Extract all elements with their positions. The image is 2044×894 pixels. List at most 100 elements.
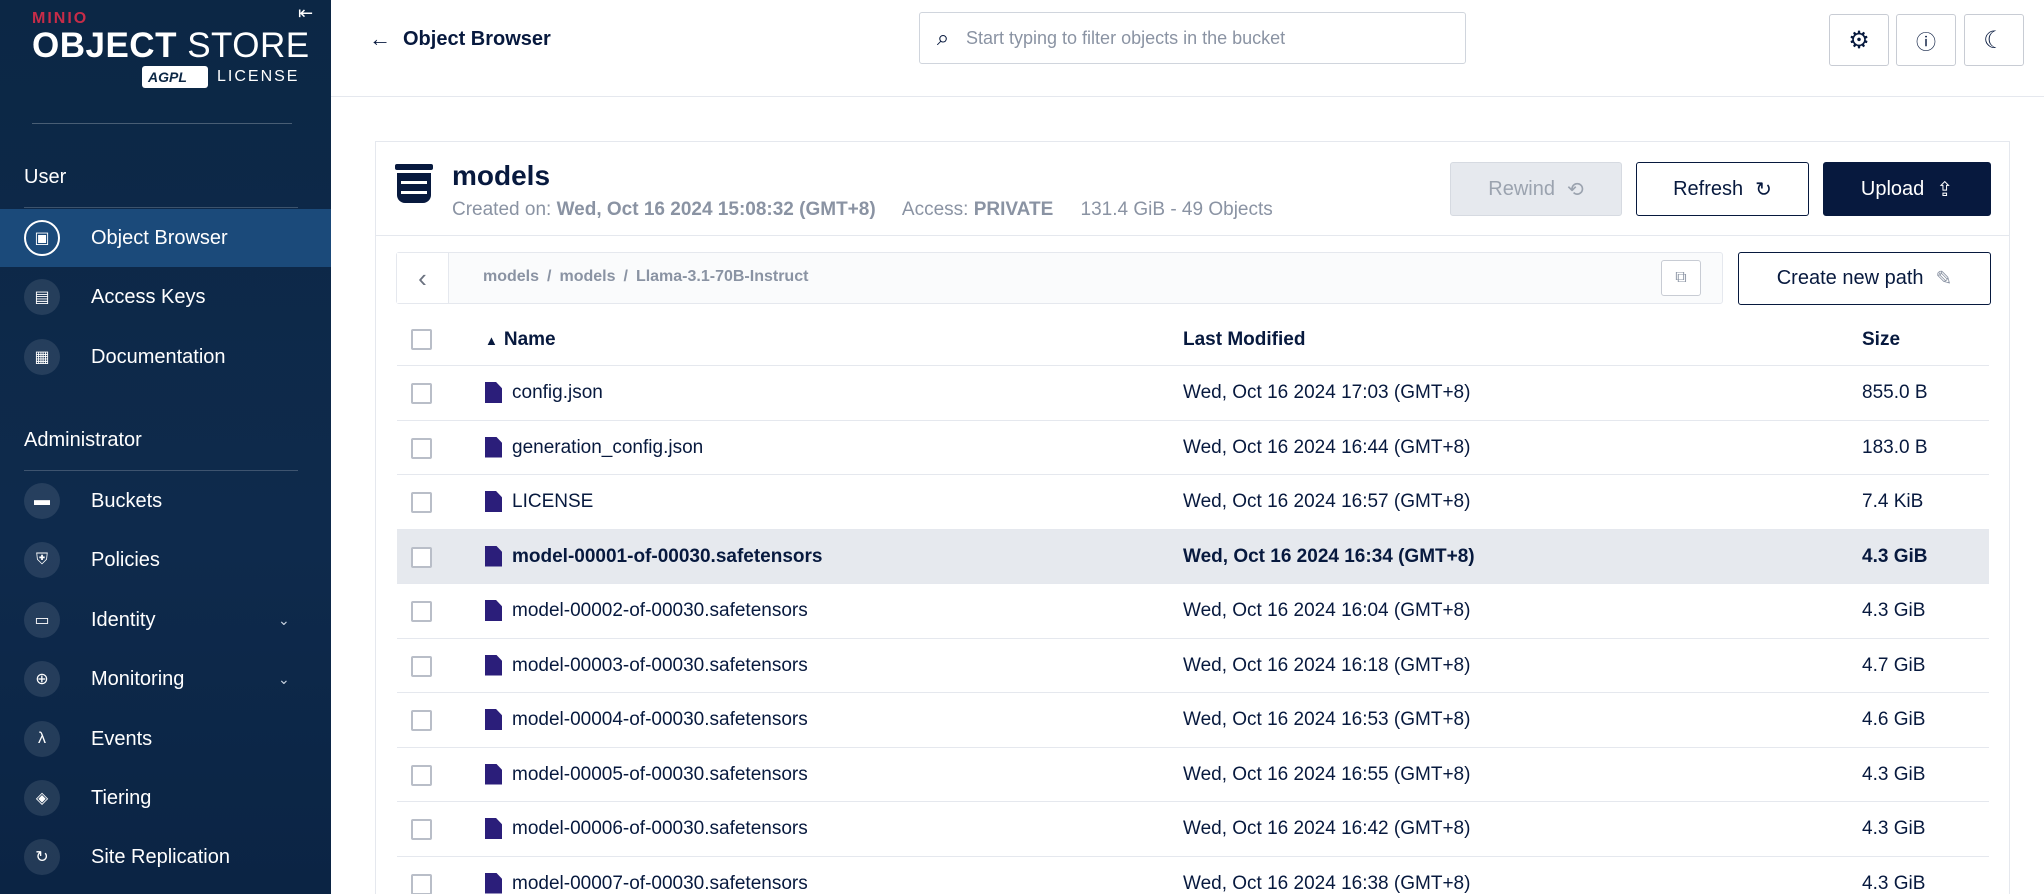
settings-button[interactable]: ⚙ (1829, 14, 1889, 66)
row-checkbox[interactable] (411, 437, 432, 459)
help-icon: ⓘ (1916, 31, 1936, 54)
sidebar-item-documentation[interactable]: ▦ Documentation (0, 328, 331, 386)
row-checkbox[interactable] (411, 655, 432, 677)
object-name: model-00001-of-00030.safetensors (512, 545, 823, 567)
sidebar-item-events[interactable]: λ Events (0, 710, 331, 768)
collapse-left-icon[interactable]: ⇤ (298, 2, 320, 24)
object-size: 7.4 KiB (1862, 491, 1924, 512)
sidebar-item-label: Events (91, 727, 153, 750)
access-label: Access: (901, 199, 969, 220)
table-row[interactable]: LICENSE Wed, Oct 16 2024 16:57 (GMT+8) 7.4… (397, 475, 1989, 530)
sidebar-divider (32, 123, 292, 124)
row-checkbox[interactable] (411, 492, 432, 513)
path-bar: ‹ models / models / Llama-3.1-70B-Instruct ⧉ (396, 252, 1723, 304)
refresh-button[interactable]: Refresh ↻ (1636, 162, 1809, 216)
back-label: Object Browser (403, 27, 551, 50)
create-path-label: Create new path (1776, 267, 1924, 289)
bucket-panel: models Created on: Wed, Oct 16 2024 15:0… (375, 141, 2010, 894)
row-checkbox[interactable] (411, 601, 432, 622)
column-header-name[interactable]: ▲ Name (485, 329, 556, 351)
breadcrumb-item[interactable]: Llama-3.1-70B-Instruct (636, 268, 809, 285)
dark-mode-button[interactable]: ☾ (1964, 14, 2024, 66)
section-user: User (24, 166, 67, 188)
back-to-object-browser[interactable]: ← Object Browser (369, 26, 551, 52)
sidebar-item-policies[interactable]: ⛨ Policies (0, 531, 331, 589)
bucket-header: models Created on: Wed, Oct 16 2024 15:0… (376, 142, 2009, 236)
file-icon (485, 545, 502, 567)
created-value: Wed, Oct 16 2024 15:08:32 (GMT+8) (556, 199, 876, 220)
row-checkbox[interactable] (411, 819, 432, 840)
upload-button[interactable]: Upload ⇪ (1823, 162, 1991, 216)
breadcrumb-item[interactable]: models (483, 268, 539, 285)
object-last-modified: Wed, Oct 16 2024 16:53 (GMT+8) (1183, 709, 1471, 730)
copy-path-button[interactable]: ⧉ (1661, 260, 1701, 296)
rewind-button[interactable]: Rewind ⟲ (1450, 162, 1622, 216)
chevron-left-icon: ‹ (418, 262, 427, 293)
row-checkbox[interactable] (411, 873, 432, 894)
object-name: model-00006-of-00030.safetensors (512, 818, 808, 839)
file-icon (485, 872, 502, 894)
section-divider (24, 207, 298, 208)
path-back-button[interactable]: ‹ (397, 253, 449, 303)
sidebar-item-label: Buckets (91, 489, 163, 512)
row-checkbox[interactable] (411, 764, 432, 786)
object-size: 4.3 GiB (1862, 545, 1928, 567)
chevron-down-icon: ⌄ (278, 611, 290, 628)
sidebar-item-object-browser[interactable]: ▣ Object Browser (0, 209, 331, 267)
object-size: 855.0 B (1862, 382, 1928, 403)
sidebar-item-label: Object Browser (91, 226, 228, 249)
column-header-last-modified[interactable]: Last Modified (1183, 329, 1305, 351)
object-last-modified: Wed, Oct 16 2024 16:55 (GMT+8) (1183, 763, 1471, 785)
new-path-icon: ✎ (1935, 268, 1953, 290)
bucket-icon: ▬ (24, 483, 60, 519)
object-table: ▲ Name Last Modified Size config.json Wed,… (397, 314, 1989, 894)
upload-icon: ⇪ (1936, 178, 1954, 201)
table-row[interactable]: model-00004-of-00030.safetensors Wed, Oct… (397, 693, 1989, 748)
bucket-icon (395, 164, 433, 204)
table-row[interactable]: model-00003-of-00030.safetensors Wed, Oct… (397, 639, 1989, 693)
identity-icon: ▭ (24, 602, 60, 638)
table-row[interactable]: generation_config.json Wed, Oct 16 2024 1… (397, 421, 1989, 475)
search-box: ⌕ (919, 12, 1466, 64)
file-icon (485, 436, 502, 458)
select-all-checkbox[interactable] (411, 329, 432, 350)
sidebar-item-tiering[interactable]: ◈ Tiering (0, 769, 331, 827)
table-row[interactable]: model-00005-of-00030.safetensors Wed, Oct… (397, 748, 1989, 802)
top-bar: ← Object Browser ⌕ ⚙ ⓘ ☾ (331, 0, 2044, 97)
sidebar-item-monitoring[interactable]: ⊕ Monitoring ⌄ (0, 650, 331, 708)
refresh-icon: ↻ (1755, 178, 1772, 201)
object-name: model-00003-of-00030.safetensors (512, 654, 808, 676)
row-checkbox[interactable] (411, 710, 432, 731)
row-checkbox[interactable] (411, 546, 432, 568)
upload-label: Upload (1860, 177, 1925, 200)
table-row[interactable]: config.json Wed, Oct 16 2024 17:03 (GMT+8… (397, 366, 1989, 421)
search-input[interactable] (966, 27, 1446, 49)
sidebar-item-label: Policies (91, 548, 160, 571)
table-row[interactable]: model-00002-of-00030.safetensors Wed, Oct… (397, 584, 1989, 639)
object-last-modified: Wed, Oct 16 2024 16:18 (GMT+8) (1183, 654, 1471, 676)
file-icon (485, 818, 502, 839)
object-last-modified: Wed, Oct 16 2024 16:44 (GMT+8) (1183, 436, 1471, 458)
sidebar-item-label: Site Replication (91, 845, 230, 868)
file-icon (485, 491, 502, 512)
sidebar-item-label: Identity (91, 608, 156, 631)
object-name: config.json (512, 382, 603, 403)
create-new-path-button[interactable]: Create new path ✎ (1738, 252, 1991, 305)
object-last-modified: Wed, Oct 16 2024 16:57 (GMT+8) (1183, 491, 1471, 512)
sidebar-item-site-replication[interactable]: ↻ Site Replication (0, 828, 331, 886)
table-header: ▲ Name Last Modified Size (397, 314, 1989, 366)
sidebar-item-access-keys[interactable]: ▤ Access Keys (0, 268, 331, 326)
table-row[interactable]: model-00001-of-00030.safetensors Wed, Oct… (397, 529, 1989, 584)
sidebar-item-buckets[interactable]: ▬ Buckets (0, 472, 331, 530)
table-row[interactable]: model-00006-of-00030.safetensors Wed, Oct… (397, 802, 1989, 857)
sidebar-item-identity[interactable]: ▭ Identity ⌄ (0, 591, 331, 649)
column-header-size[interactable]: Size (1862, 329, 1900, 351)
object-name: generation_config.json (512, 436, 704, 458)
breadcrumb-item[interactable]: models (559, 268, 615, 285)
object-size: 4.3 GiB (1862, 600, 1926, 621)
row-checkbox[interactable] (411, 383, 432, 404)
help-button[interactable]: ⓘ (1896, 14, 1956, 66)
lambda-icon: λ (24, 721, 60, 757)
table-row[interactable]: model-00007-of-00030.safetensors Wed, Oct… (397, 857, 1989, 894)
sidebar-item-label: Tiering (91, 786, 152, 809)
